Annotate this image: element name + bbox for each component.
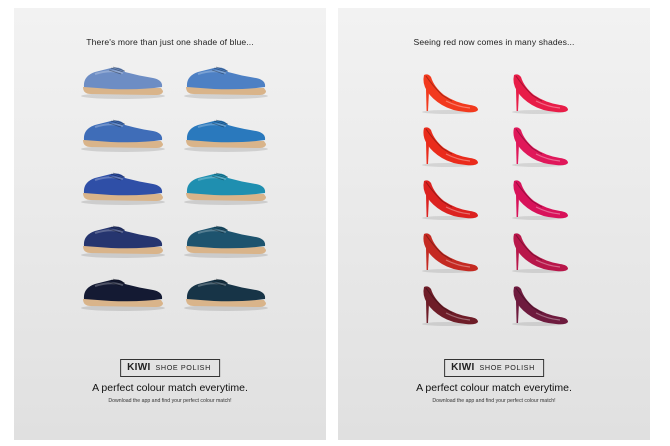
oxford-shoe [184, 66, 268, 99]
red-heel-poster: Seeing red now comes in many shades... K… [338, 8, 650, 440]
logo-brand: KIWI [127, 362, 151, 373]
red-heel [512, 233, 568, 273]
blue-oxford-poster: There's more than just one shade of blue… [14, 8, 326, 440]
poster-tagline: A perfect colour match everytime. [92, 382, 248, 394]
poster-tagline: A perfect colour match everytime. [416, 382, 572, 394]
oxford-shoe [81, 225, 165, 258]
kiwi-logo: KIWI SHOE POLISH [120, 359, 220, 377]
oxford-shoe [184, 119, 268, 152]
red-heel [422, 286, 478, 326]
poster-subline: Download the app and find your perfect c… [108, 398, 232, 404]
red-heel [512, 74, 568, 114]
red-heel [512, 286, 568, 326]
kiwi-logo: KIWI SHOE POLISH [444, 359, 544, 377]
red-heel [422, 127, 478, 167]
logo-brand: KIWI [451, 362, 475, 373]
red-heel [422, 74, 478, 114]
logo-product: SHOE POLISH [155, 363, 211, 372]
red-heel [422, 233, 478, 273]
oxford-shoe [81, 66, 165, 99]
poster-subline: Download the app and find your perfect c… [432, 398, 556, 404]
logo-product: SHOE POLISH [479, 363, 535, 372]
red-heel [512, 180, 568, 220]
oxford-shoe [184, 172, 268, 205]
oxford-shoe [184, 278, 268, 311]
red-heel [512, 127, 568, 167]
red-heel [422, 180, 478, 220]
oxford-shoe [184, 225, 268, 258]
oxford-shoe [81, 278, 165, 311]
oxford-shoe [81, 119, 165, 152]
oxford-shoe [81, 172, 165, 205]
